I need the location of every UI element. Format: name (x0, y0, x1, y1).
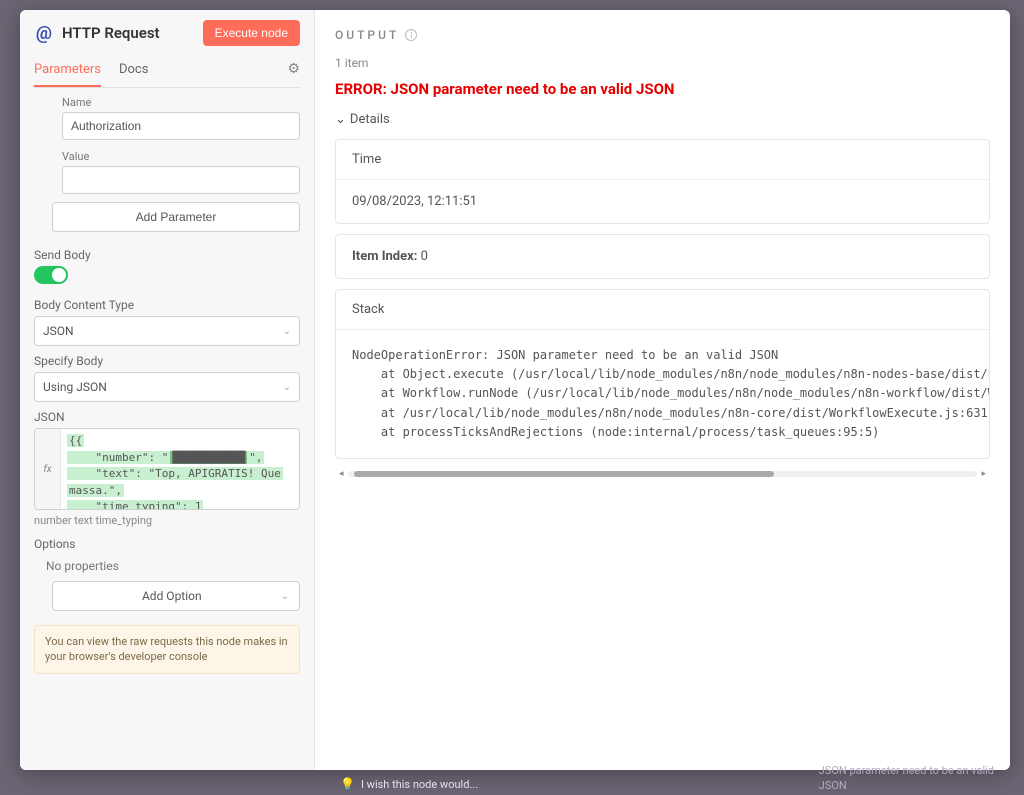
horizontal-scrollbar[interactable]: ◂ ▸ (335, 469, 990, 479)
json-editor[interactable]: fx {{ "number": "███████████", "text": "… (34, 428, 300, 510)
send-body-label: Send Body (34, 248, 300, 262)
name-label: Name (62, 96, 300, 109)
time-card: Time 09/08/2023, 12:11:51 (335, 139, 990, 224)
chevron-down-icon: ⌄ (281, 591, 289, 602)
value-input[interactable] (62, 166, 300, 194)
output-panel: OUTPUT i 1 item ERROR: JSON parameter ne… (315, 10, 1010, 770)
panel-body: Name Value Add Parameter Send Body Body … (20, 88, 314, 770)
lightbulb-icon: 💡 (340, 777, 355, 791)
chevron-down-icon: ⌄ (283, 382, 291, 393)
json-hint: number text time_typing (34, 514, 300, 527)
chevron-down-icon: ⌄ (283, 326, 291, 337)
node-title: HTTP Request (62, 24, 160, 42)
details-toggle[interactable]: ⌄ Details (315, 112, 1010, 127)
http-node-icon: @ (34, 23, 54, 43)
no-properties-text: No properties (46, 559, 300, 573)
parameters-panel: @ HTTP Request Execute node Parameters D… (20, 10, 315, 770)
feedback-footer[interactable]: 💡 I wish this node would... (340, 777, 478, 791)
info-icon[interactable]: i (405, 29, 417, 41)
tab-docs[interactable]: Docs (119, 56, 148, 87)
add-parameter-button[interactable]: Add Parameter (52, 202, 300, 232)
background-error-hint: JSON parameter need to be an valid JSON (819, 764, 994, 793)
tabs-row: Parameters Docs ⚙ (34, 56, 300, 88)
send-body-toggle[interactable] (34, 266, 68, 284)
scroll-thumb[interactable] (354, 471, 774, 477)
add-option-button[interactable]: Add Option ⌄ (52, 581, 300, 611)
name-input[interactable] (62, 112, 300, 140)
chevron-down-icon: ⌄ (335, 112, 346, 127)
stack-card: Stack NodeOperationError: JSON parameter… (335, 289, 990, 459)
scroll-left-arrow[interactable]: ◂ (335, 469, 348, 479)
item-index-card: Item Index: 0 (335, 234, 990, 279)
tabs: Parameters Docs (34, 56, 148, 87)
value-label: Value (62, 150, 300, 163)
json-label: JSON (34, 410, 300, 424)
fx-gutter: fx (35, 429, 61, 509)
panel-header: @ HTTP Request Execute node Parameters D… (20, 10, 314, 88)
specify-body-label: Specify Body (34, 354, 300, 368)
time-value: 09/08/2023, 12:11:51 (336, 180, 989, 223)
time-label: Time (336, 140, 989, 180)
options-label: Options (34, 537, 300, 551)
stack-label: Stack (336, 290, 989, 330)
stack-trace: NodeOperationError: JSON parameter need … (336, 330, 989, 458)
item-index-label: Item Index: (352, 249, 417, 264)
execute-node-button[interactable]: Execute node (203, 20, 300, 46)
feedback-text: I wish this node would... (361, 778, 478, 791)
item-index-value: 0 (421, 249, 428, 264)
output-heading: OUTPUT i (315, 28, 1010, 42)
gear-icon[interactable]: ⚙ (287, 61, 300, 83)
scroll-track[interactable] (348, 471, 978, 477)
node-editor-modal: @ HTTP Request Execute node Parameters D… (20, 10, 1010, 770)
error-message: ERROR: JSON parameter need to be an vali… (315, 80, 1010, 98)
title-row: @ HTTP Request Execute node (34, 20, 300, 46)
info-box: You can view the raw requests this node … (34, 625, 300, 674)
tab-parameters[interactable]: Parameters (34, 56, 101, 87)
json-content[interactable]: {{ "number": "███████████", "text": "Top… (61, 429, 299, 509)
scroll-right-arrow[interactable]: ▸ (977, 469, 990, 479)
specify-body-select[interactable]: Using JSON ⌄ (34, 372, 300, 402)
title-left: @ HTTP Request (34, 23, 160, 43)
item-count: 1 item (315, 56, 1010, 70)
specify-body-value: Using JSON (43, 380, 107, 394)
body-content-type-select[interactable]: JSON ⌄ (34, 316, 300, 346)
body-content-type-label: Body Content Type (34, 298, 300, 312)
body-content-type-value: JSON (43, 324, 74, 338)
